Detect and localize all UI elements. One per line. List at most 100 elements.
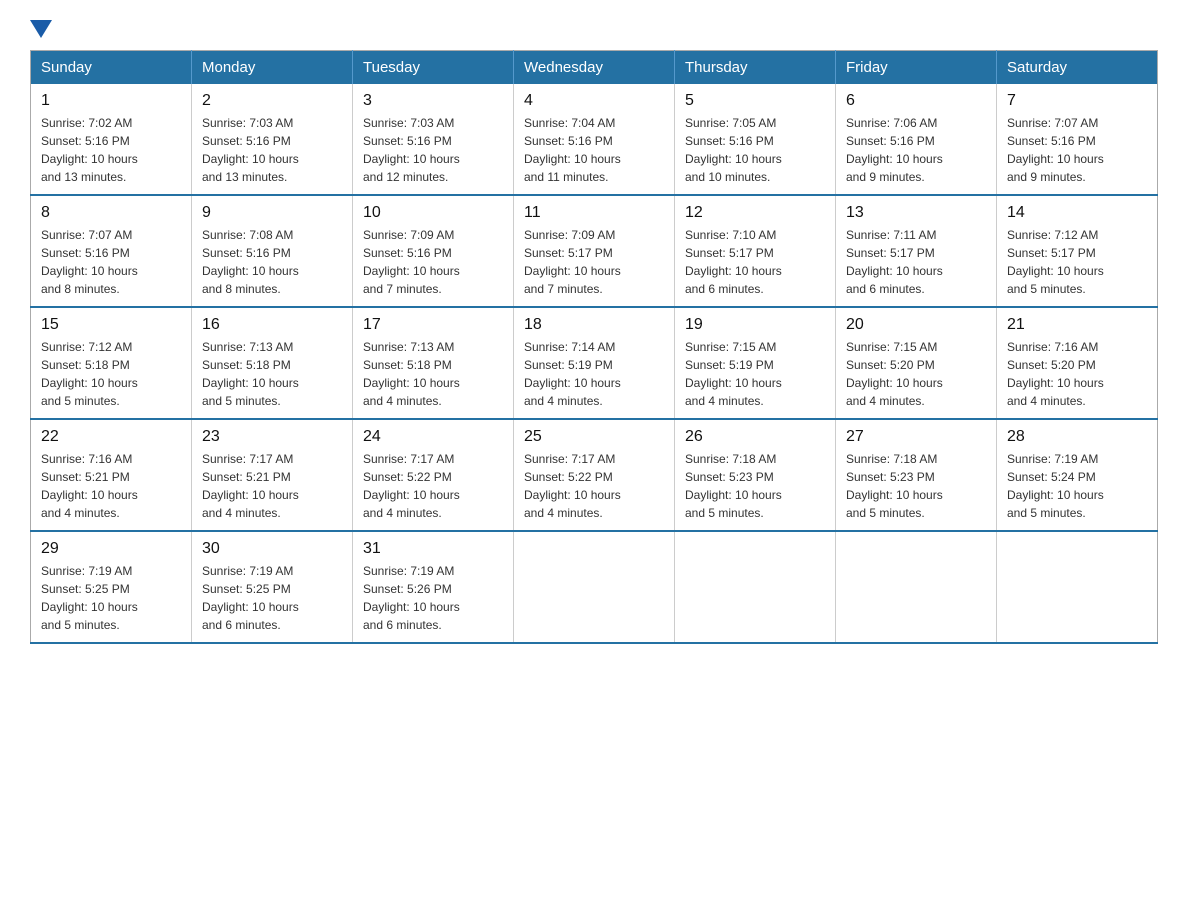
- day-number: 23: [202, 428, 342, 446]
- calendar-cell: 24 Sunrise: 7:17 AM Sunset: 5:22 PM Dayl…: [353, 419, 514, 531]
- day-info: Sunrise: 7:12 AM Sunset: 5:18 PM Dayligh…: [41, 338, 181, 410]
- day-info: Sunrise: 7:07 AM Sunset: 5:16 PM Dayligh…: [41, 226, 181, 298]
- calendar-cell: 15 Sunrise: 7:12 AM Sunset: 5:18 PM Dayl…: [31, 307, 192, 419]
- day-info: Sunrise: 7:18 AM Sunset: 5:23 PM Dayligh…: [846, 450, 986, 522]
- calendar-cell: 22 Sunrise: 7:16 AM Sunset: 5:21 PM Dayl…: [31, 419, 192, 531]
- calendar-cell: 30 Sunrise: 7:19 AM Sunset: 5:25 PM Dayl…: [192, 531, 353, 643]
- weekday-header-saturday: Saturday: [997, 51, 1158, 85]
- day-number: 11: [524, 204, 664, 222]
- day-number: 15: [41, 316, 181, 334]
- day-number: 31: [363, 540, 503, 558]
- day-number: 18: [524, 316, 664, 334]
- day-info: Sunrise: 7:18 AM Sunset: 5:23 PM Dayligh…: [685, 450, 825, 522]
- calendar-cell: 31 Sunrise: 7:19 AM Sunset: 5:26 PM Dayl…: [353, 531, 514, 643]
- day-info: Sunrise: 7:17 AM Sunset: 5:22 PM Dayligh…: [363, 450, 503, 522]
- calendar-cell: 21 Sunrise: 7:16 AM Sunset: 5:20 PM Dayl…: [997, 307, 1158, 419]
- weekday-header-thursday: Thursday: [675, 51, 836, 85]
- calendar-week-row: 1 Sunrise: 7:02 AM Sunset: 5:16 PM Dayli…: [31, 84, 1158, 195]
- day-info: Sunrise: 7:19 AM Sunset: 5:25 PM Dayligh…: [41, 562, 181, 634]
- calendar-cell: 12 Sunrise: 7:10 AM Sunset: 5:17 PM Dayl…: [675, 195, 836, 307]
- day-number: 22: [41, 428, 181, 446]
- calendar-cell: 23 Sunrise: 7:17 AM Sunset: 5:21 PM Dayl…: [192, 419, 353, 531]
- day-info: Sunrise: 7:19 AM Sunset: 5:25 PM Dayligh…: [202, 562, 342, 634]
- day-number: 13: [846, 204, 986, 222]
- logo: [30, 20, 52, 34]
- calendar-cell: 20 Sunrise: 7:15 AM Sunset: 5:20 PM Dayl…: [836, 307, 997, 419]
- calendar-cell: 26 Sunrise: 7:18 AM Sunset: 5:23 PM Dayl…: [675, 419, 836, 531]
- day-info: Sunrise: 7:08 AM Sunset: 5:16 PM Dayligh…: [202, 226, 342, 298]
- day-info: Sunrise: 7:02 AM Sunset: 5:16 PM Dayligh…: [41, 114, 181, 186]
- day-number: 3: [363, 92, 503, 110]
- calendar-cell: 14 Sunrise: 7:12 AM Sunset: 5:17 PM Dayl…: [997, 195, 1158, 307]
- calendar-cell: [997, 531, 1158, 643]
- weekday-header-row: SundayMondayTuesdayWednesdayThursdayFrid…: [31, 51, 1158, 85]
- day-info: Sunrise: 7:19 AM Sunset: 5:26 PM Dayligh…: [363, 562, 503, 634]
- day-number: 10: [363, 204, 503, 222]
- calendar-cell: 10 Sunrise: 7:09 AM Sunset: 5:16 PM Dayl…: [353, 195, 514, 307]
- calendar-cell: 5 Sunrise: 7:05 AM Sunset: 5:16 PM Dayli…: [675, 84, 836, 195]
- day-info: Sunrise: 7:19 AM Sunset: 5:24 PM Dayligh…: [1007, 450, 1147, 522]
- weekday-header-monday: Monday: [192, 51, 353, 85]
- day-number: 6: [846, 92, 986, 110]
- weekday-header-sunday: Sunday: [31, 51, 192, 85]
- day-info: Sunrise: 7:09 AM Sunset: 5:16 PM Dayligh…: [363, 226, 503, 298]
- calendar-cell: 18 Sunrise: 7:14 AM Sunset: 5:19 PM Dayl…: [514, 307, 675, 419]
- calendar-cell: [836, 531, 997, 643]
- calendar-cell: 25 Sunrise: 7:17 AM Sunset: 5:22 PM Dayl…: [514, 419, 675, 531]
- calendar-cell: 13 Sunrise: 7:11 AM Sunset: 5:17 PM Dayl…: [836, 195, 997, 307]
- calendar-cell: 8 Sunrise: 7:07 AM Sunset: 5:16 PM Dayli…: [31, 195, 192, 307]
- weekday-header-wednesday: Wednesday: [514, 51, 675, 85]
- calendar-cell: 4 Sunrise: 7:04 AM Sunset: 5:16 PM Dayli…: [514, 84, 675, 195]
- calendar-cell: 11 Sunrise: 7:09 AM Sunset: 5:17 PM Dayl…: [514, 195, 675, 307]
- day-number: 9: [202, 204, 342, 222]
- day-number: 7: [1007, 92, 1147, 110]
- calendar-cell: 16 Sunrise: 7:13 AM Sunset: 5:18 PM Dayl…: [192, 307, 353, 419]
- day-info: Sunrise: 7:04 AM Sunset: 5:16 PM Dayligh…: [524, 114, 664, 186]
- calendar-cell: 28 Sunrise: 7:19 AM Sunset: 5:24 PM Dayl…: [997, 419, 1158, 531]
- day-number: 20: [846, 316, 986, 334]
- day-info: Sunrise: 7:13 AM Sunset: 5:18 PM Dayligh…: [202, 338, 342, 410]
- day-info: Sunrise: 7:17 AM Sunset: 5:21 PM Dayligh…: [202, 450, 342, 522]
- calendar-week-row: 8 Sunrise: 7:07 AM Sunset: 5:16 PM Dayli…: [31, 195, 1158, 307]
- day-info: Sunrise: 7:03 AM Sunset: 5:16 PM Dayligh…: [202, 114, 342, 186]
- day-info: Sunrise: 7:14 AM Sunset: 5:19 PM Dayligh…: [524, 338, 664, 410]
- day-info: Sunrise: 7:06 AM Sunset: 5:16 PM Dayligh…: [846, 114, 986, 186]
- day-number: 1: [41, 92, 181, 110]
- day-info: Sunrise: 7:15 AM Sunset: 5:19 PM Dayligh…: [685, 338, 825, 410]
- day-number: 28: [1007, 428, 1147, 446]
- day-number: 27: [846, 428, 986, 446]
- calendar-cell: 19 Sunrise: 7:15 AM Sunset: 5:19 PM Dayl…: [675, 307, 836, 419]
- page-header: [30, 20, 1158, 34]
- calendar-cell: 29 Sunrise: 7:19 AM Sunset: 5:25 PM Dayl…: [31, 531, 192, 643]
- day-number: 2: [202, 92, 342, 110]
- weekday-header-friday: Friday: [836, 51, 997, 85]
- day-number: 25: [524, 428, 664, 446]
- day-number: 24: [363, 428, 503, 446]
- calendar-cell: 3 Sunrise: 7:03 AM Sunset: 5:16 PM Dayli…: [353, 84, 514, 195]
- day-number: 4: [524, 92, 664, 110]
- day-info: Sunrise: 7:17 AM Sunset: 5:22 PM Dayligh…: [524, 450, 664, 522]
- day-info: Sunrise: 7:09 AM Sunset: 5:17 PM Dayligh…: [524, 226, 664, 298]
- calendar-week-row: 15 Sunrise: 7:12 AM Sunset: 5:18 PM Dayl…: [31, 307, 1158, 419]
- calendar-cell: 7 Sunrise: 7:07 AM Sunset: 5:16 PM Dayli…: [997, 84, 1158, 195]
- day-info: Sunrise: 7:10 AM Sunset: 5:17 PM Dayligh…: [685, 226, 825, 298]
- day-number: 8: [41, 204, 181, 222]
- day-info: Sunrise: 7:13 AM Sunset: 5:18 PM Dayligh…: [363, 338, 503, 410]
- day-number: 19: [685, 316, 825, 334]
- calendar-week-row: 22 Sunrise: 7:16 AM Sunset: 5:21 PM Dayl…: [31, 419, 1158, 531]
- calendar-cell: [514, 531, 675, 643]
- calendar-cell: 1 Sunrise: 7:02 AM Sunset: 5:16 PM Dayli…: [31, 84, 192, 195]
- calendar-cell: [675, 531, 836, 643]
- calendar-cell: 17 Sunrise: 7:13 AM Sunset: 5:18 PM Dayl…: [353, 307, 514, 419]
- day-number: 12: [685, 204, 825, 222]
- logo-triangle-icon: [30, 20, 52, 38]
- day-number: 5: [685, 92, 825, 110]
- day-number: 26: [685, 428, 825, 446]
- day-info: Sunrise: 7:16 AM Sunset: 5:21 PM Dayligh…: [41, 450, 181, 522]
- day-number: 17: [363, 316, 503, 334]
- calendar-table: SundayMondayTuesdayWednesdayThursdayFrid…: [30, 50, 1158, 644]
- day-info: Sunrise: 7:12 AM Sunset: 5:17 PM Dayligh…: [1007, 226, 1147, 298]
- day-info: Sunrise: 7:03 AM Sunset: 5:16 PM Dayligh…: [363, 114, 503, 186]
- day-number: 30: [202, 540, 342, 558]
- calendar-cell: 27 Sunrise: 7:18 AM Sunset: 5:23 PM Dayl…: [836, 419, 997, 531]
